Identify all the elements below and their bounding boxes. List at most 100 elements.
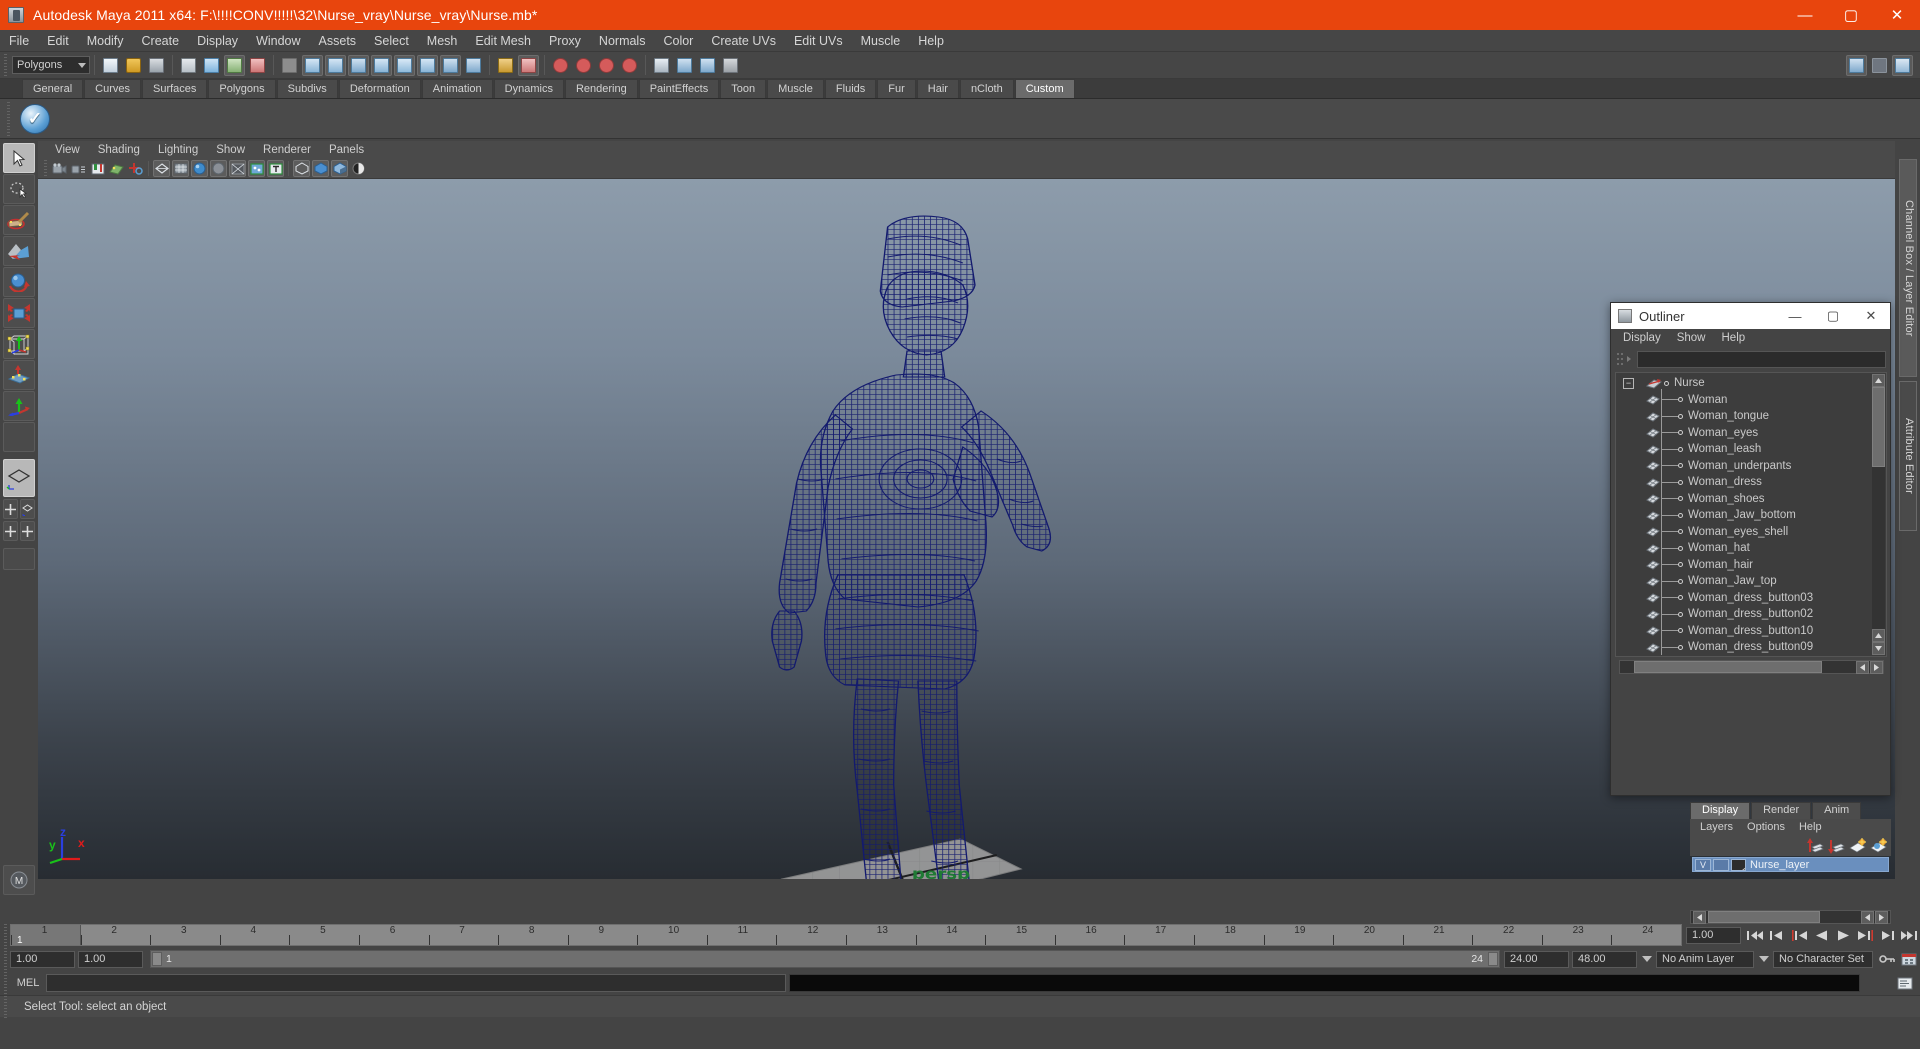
play-backwards-button[interactable]: [1811, 925, 1831, 945]
show-tool-settings-button[interactable]: [1892, 54, 1913, 76]
layer-visibility-toggle[interactable]: V: [1695, 858, 1711, 871]
anim-layer-dropdown-arrow[interactable]: [1640, 951, 1654, 968]
render-current-frame-button[interactable]: [674, 55, 695, 76]
shelf-tab-custom[interactable]: Custom: [1014, 79, 1075, 98]
paint-selection-tool-button[interactable]: [3, 205, 35, 235]
select-tool-button[interactable]: [3, 143, 35, 173]
wireframe-shading-icon[interactable]: [153, 160, 170, 177]
shelf-tab-hair[interactable]: Hair: [916, 79, 959, 98]
outliner-row-woman-dress-button03[interactable]: Woman_dress_button03: [1616, 590, 1886, 607]
outliner-row-woman-dress-button08[interactable]: Woman_dress_button08: [1616, 656, 1886, 657]
misc-mask-button[interactable]: [463, 55, 484, 76]
create-empty-layer-icon[interactable]: [1849, 838, 1866, 854]
auto-key-button[interactable]: [1877, 949, 1897, 969]
shelf-tab-muscle[interactable]: Muscle: [767, 79, 824, 98]
deformations-mask-button[interactable]: [394, 54, 415, 76]
outliner-row-woman[interactable]: Woman: [1616, 392, 1886, 409]
outliner-row-woman-dress-button09[interactable]: Woman_dress_button09: [1616, 639, 1886, 656]
menu-edit-uvs[interactable]: Edit UVs: [785, 30, 852, 52]
outliner-search-input[interactable]: [1637, 350, 1886, 368]
time-slider-grip[interactable]: [2, 924, 10, 946]
rotate-tool-button[interactable]: [3, 267, 35, 297]
command-language-label[interactable]: MEL: [10, 977, 46, 989]
node-visibility-dot[interactable]: [1678, 545, 1683, 551]
outliner-row-woman-jaw-top[interactable]: Woman_Jaw_top: [1616, 573, 1886, 590]
outliner-vertical-scrollbar[interactable]: [1872, 374, 1885, 655]
sort-filter-icon[interactable]: [1615, 351, 1637, 367]
range-slider-grip[interactable]: [2, 948, 10, 970]
character-set-dropdown-arrow[interactable]: [1757, 951, 1771, 968]
outliner-hscroll-thumb[interactable]: [1634, 661, 1822, 673]
node-visibility-dot[interactable]: [1678, 446, 1683, 452]
image-plane-icon[interactable]: [108, 160, 125, 177]
menu-help[interactable]: Help: [909, 30, 953, 52]
viewport-menu-show[interactable]: Show: [207, 141, 254, 159]
use-default-lighting-icon[interactable]: [293, 160, 310, 177]
range-right-handle[interactable]: [1488, 952, 1498, 966]
new-scene-button[interactable]: [100, 55, 121, 76]
menu-edit-mesh[interactable]: Edit Mesh: [466, 30, 540, 52]
four-view-layout-button[interactable]: [3, 499, 18, 519]
viewport-menu-shading[interactable]: Shading: [89, 141, 149, 159]
layer-list[interactable]: V Nurse_layer: [1692, 857, 1889, 879]
rendering-mask-button[interactable]: [440, 54, 461, 76]
shadows-icon[interactable]: [331, 160, 348, 177]
layer-hscroll-thumb[interactable]: [1708, 911, 1820, 923]
animation-preferences-button[interactable]: [1899, 949, 1919, 969]
texture-display-icon[interactable]: [267, 160, 284, 177]
show-manipulator-tool-button[interactable]: [3, 391, 35, 421]
menu-modify[interactable]: Modify: [78, 30, 133, 52]
shelf-tab-dynamics[interactable]: Dynamics: [493, 79, 564, 98]
highlight-selection-button[interactable]: [518, 54, 539, 76]
two-pane-side-layout-button[interactable]: [3, 521, 18, 541]
layer-menu-options[interactable]: Options: [1740, 819, 1792, 836]
menu-assets[interactable]: Assets: [310, 30, 366, 52]
shelf-tab-surfaces[interactable]: Surfaces: [141, 79, 208, 98]
shelf-tab-fur[interactable]: Fur: [877, 79, 916, 98]
lasso-tool-button[interactable]: [3, 174, 35, 204]
step-forward-frame-button[interactable]: [1877, 925, 1897, 945]
tab-display[interactable]: Display: [1690, 802, 1751, 819]
select-camera-icon[interactable]: [51, 160, 68, 177]
maximize-button[interactable]: ▢: [1828, 0, 1874, 30]
handles-mask-button[interactable]: [302, 54, 323, 76]
layer-menu-layers[interactable]: Layers: [1693, 819, 1740, 836]
occlusion-icon[interactable]: [350, 160, 367, 177]
lock-selection-button[interactable]: [495, 55, 516, 76]
soft-modification-tool-button[interactable]: [3, 360, 35, 390]
statusbar-grip[interactable]: [2, 995, 10, 1018]
menu-normals[interactable]: Normals: [590, 30, 655, 52]
open-scene-button[interactable]: [123, 55, 144, 76]
shelf-grip[interactable]: [4, 101, 16, 136]
node-visibility-dot[interactable]: [1678, 562, 1683, 568]
node-visibility-dot[interactable]: [1678, 496, 1683, 502]
node-visibility-dot[interactable]: [1678, 479, 1683, 485]
tab-channel-box-layer-editor[interactable]: Channel Box / Layer Editor: [1899, 159, 1917, 377]
outliner-row-woman-dress[interactable]: Woman_dress: [1616, 474, 1886, 491]
select-mask-menu-button[interactable]: [279, 55, 300, 76]
shelf-tab-polygons[interactable]: Polygons: [208, 79, 276, 98]
viewport-menu-view[interactable]: View: [46, 141, 89, 159]
joints-mask-button[interactable]: [325, 54, 346, 76]
render-settings-button[interactable]: [720, 55, 741, 76]
last-tool-used-button[interactable]: [3, 422, 35, 452]
character-set-field[interactable]: No Character Set: [1773, 950, 1873, 968]
viewport-menu-lighting[interactable]: Lighting: [149, 141, 207, 159]
outliner-row-woman-jaw-bottom[interactable]: Woman_Jaw_bottom: [1616, 507, 1886, 524]
outliner-row-woman-hat[interactable]: Woman_hat: [1616, 540, 1886, 557]
menu-select[interactable]: Select: [365, 30, 418, 52]
tab-attribute-editor[interactable]: Attribute Editor: [1899, 381, 1917, 531]
perspective-outliner-layout-button[interactable]: [20, 499, 35, 519]
shelf-tab-deformation[interactable]: Deformation: [338, 79, 421, 98]
scroll-up-button[interactable]: [1872, 374, 1885, 387]
go-to-end-button[interactable]: [1899, 925, 1919, 945]
menu-muscle[interactable]: Muscle: [852, 30, 910, 52]
menu-display[interactable]: Display: [188, 30, 247, 52]
snap-to-grid-button[interactable]: [550, 55, 571, 76]
redo-button[interactable]: [201, 55, 222, 76]
range-left-handle[interactable]: [152, 952, 162, 966]
tab-render[interactable]: Render: [1751, 802, 1812, 819]
outliner-row-woman-eyes[interactable]: Woman_eyes: [1616, 425, 1886, 442]
node-visibility-dot[interactable]: [1678, 463, 1683, 469]
custom-shelf-button[interactable]: [20, 103, 50, 134]
